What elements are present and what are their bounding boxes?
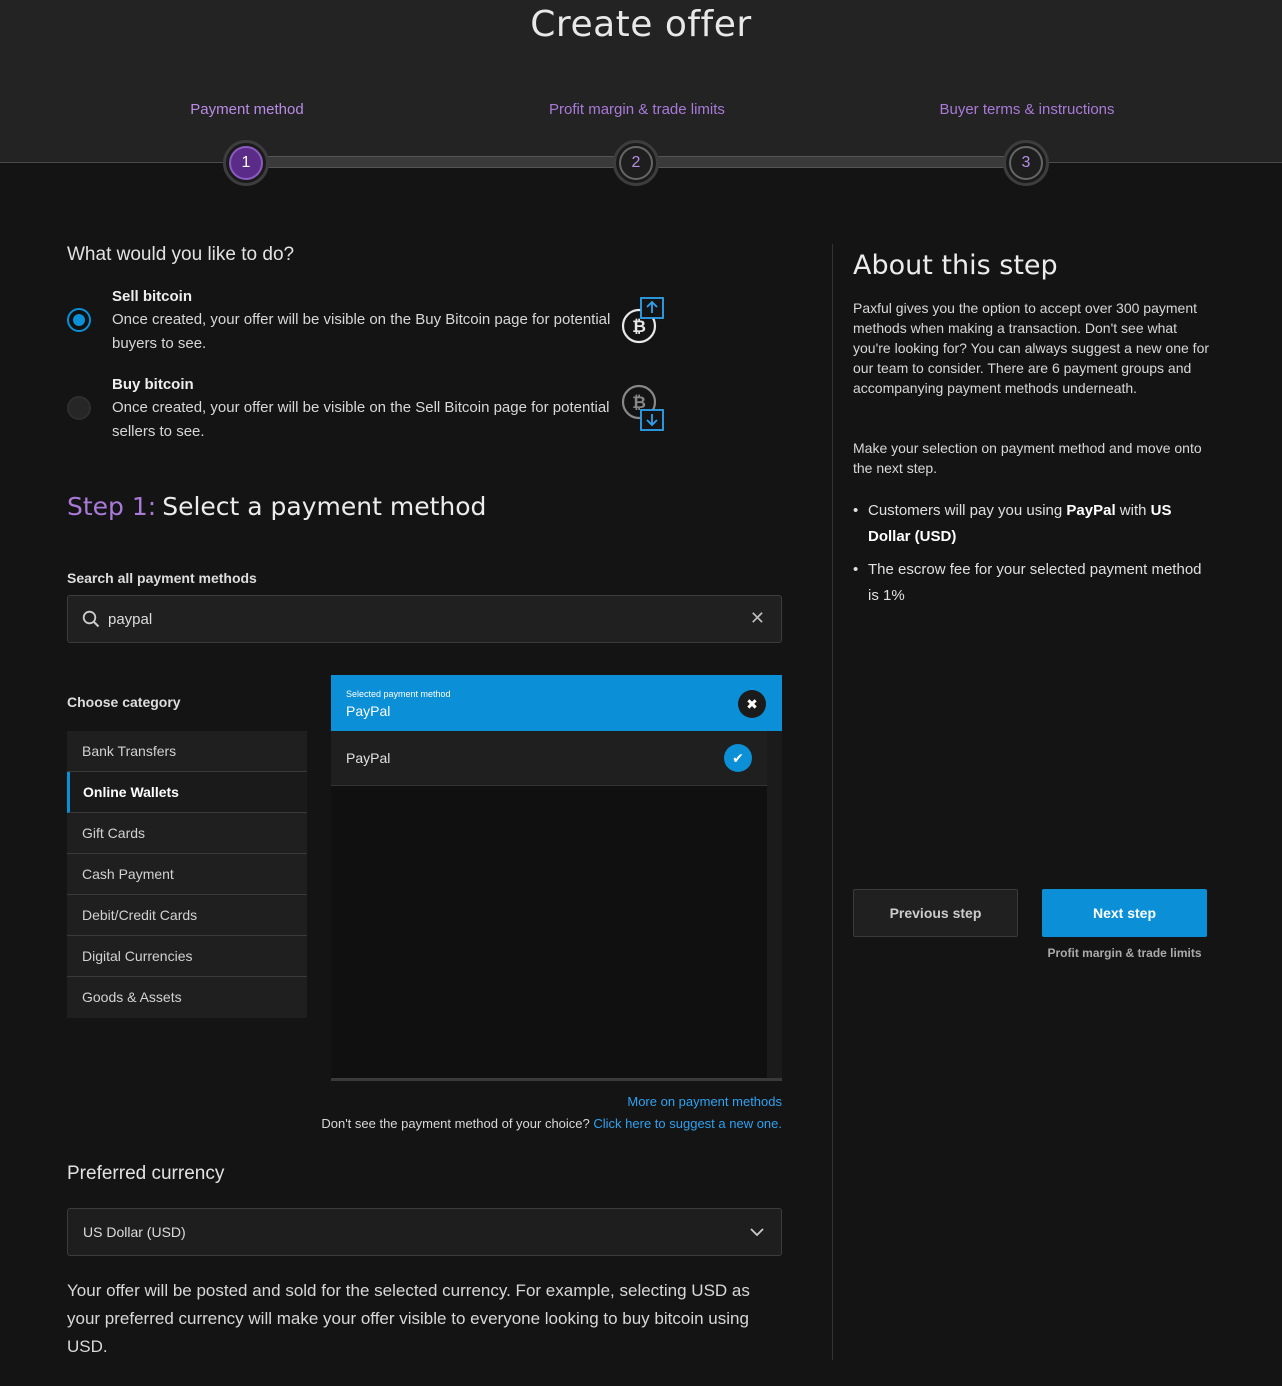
- step-heading: Step 1: Select a payment method: [67, 492, 486, 521]
- sell-bitcoin-option[interactable]: Sell bitcoin Once created, your offer wi…: [67, 286, 667, 356]
- page-title: Create offer: [530, 4, 752, 45]
- sell-bitcoin-title: Sell bitcoin: [112, 288, 193, 305]
- search-box[interactable]: ✕: [67, 595, 782, 643]
- step-number: 1: [229, 146, 263, 180]
- progress-track: [266, 156, 618, 168]
- step-prefix: Step 1:: [67, 492, 157, 521]
- step-label-profit-margin[interactable]: Profit margin & trade limits: [487, 101, 787, 118]
- scrollbar[interactable]: [767, 731, 782, 1078]
- next-step-caption: Profit margin & trade limits: [1047, 946, 1202, 960]
- category-digital-currencies[interactable]: Digital Currencies: [67, 936, 307, 977]
- sell-bitcoin-desc: Once created, your offer will be visible…: [112, 311, 611, 352]
- close-icon[interactable]: ✕: [750, 608, 765, 629]
- wizard-header: Create offer Payment method Profit margi…: [0, 0, 1282, 186]
- remove-selection-icon[interactable]: ✖: [738, 690, 766, 718]
- buy-bitcoin-icon: ₿: [621, 384, 664, 431]
- buy-bitcoin-desc: Once created, your offer will be visible…: [112, 399, 610, 440]
- category-label: Choose category: [67, 694, 181, 710]
- currency-label: Preferred currency: [67, 1163, 225, 1184]
- column-divider: [832, 244, 833, 1360]
- selected-caption: Selected payment method: [346, 689, 451, 699]
- buy-bitcoin-option[interactable]: Buy bitcoin Once created, your offer wil…: [67, 374, 667, 444]
- progress-track: [656, 156, 1008, 168]
- selected-payment-header: Selected payment method PayPal ✖: [331, 675, 782, 731]
- currency-value: US Dollar (USD): [83, 1224, 186, 1240]
- category-bank-transfers[interactable]: Bank Transfers: [67, 731, 307, 772]
- step-circle-1[interactable]: 1: [223, 140, 269, 186]
- category-gift-cards[interactable]: Gift Cards: [67, 813, 307, 854]
- suggest-question: Don't see the payment method of your cho…: [321, 1116, 590, 1131]
- category-debit-credit-cards[interactable]: Debit/Credit Cards: [67, 895, 307, 936]
- step-circle-3[interactable]: 3: [1003, 140, 1049, 186]
- step-number: 2: [619, 146, 653, 180]
- category-online-wallets[interactable]: Online Wallets: [67, 772, 307, 813]
- sell-bitcoin-icon: ₿: [621, 297, 664, 344]
- about-bullet-fee: The escrow fee for your selected payment…: [853, 557, 1213, 609]
- chevron-down-icon: [750, 1228, 764, 1237]
- check-icon: ✔: [724, 744, 752, 772]
- sell-bitcoin-radio[interactable]: [67, 308, 91, 332]
- search-label: Search all payment methods: [67, 570, 257, 586]
- suggest-text: Don't see the payment method of your cho…: [321, 1116, 782, 1131]
- svg-text:₿: ₿: [632, 317, 646, 337]
- payment-result-name: PayPal: [346, 750, 391, 766]
- step-label-payment-method[interactable]: Payment method: [97, 101, 397, 118]
- action-question: What would you like to do?: [67, 244, 295, 265]
- payment-result-item[interactable]: PayPal ✔: [331, 731, 767, 786]
- step-number: 3: [1009, 146, 1043, 180]
- search-icon: [82, 610, 100, 628]
- about-title: About this step: [853, 250, 1058, 281]
- more-payment-methods-link[interactable]: More on payment methods: [627, 1094, 782, 1109]
- category-list: Bank Transfers Online Wallets Gift Cards…: [67, 731, 307, 1018]
- step-title: Select a payment method: [162, 492, 487, 521]
- search-input[interactable]: [108, 606, 708, 632]
- selected-payment-name: PayPal: [346, 703, 391, 719]
- next-step-button[interactable]: Next step: [1042, 889, 1207, 937]
- buy-bitcoin-radio[interactable]: [67, 396, 91, 420]
- category-cash-payment[interactable]: Cash Payment: [67, 854, 307, 895]
- step-label-buyer-terms[interactable]: Buyer terms & instructions: [877, 101, 1177, 118]
- payment-method-panel: Selected payment method PayPal ✖ PayPal …: [331, 675, 782, 1081]
- category-goods-assets[interactable]: Goods & Assets: [67, 977, 307, 1018]
- step-circle-2[interactable]: 2: [613, 140, 659, 186]
- suggest-link[interactable]: Click here to suggest a new one.: [593, 1116, 782, 1131]
- about-paragraph: Paxful gives you the option to accept ov…: [853, 300, 1210, 396]
- currency-select[interactable]: US Dollar (USD): [67, 1208, 782, 1256]
- buy-bitcoin-title: Buy bitcoin: [112, 376, 194, 393]
- about-list: Customers will pay you using PayPal with…: [853, 498, 1213, 616]
- about-paragraph: Make your selection on payment method an…: [853, 440, 1202, 476]
- currency-description: Your offer will be posted and sold for t…: [67, 1281, 750, 1356]
- previous-step-button[interactable]: Previous step: [853, 889, 1018, 937]
- about-bullet-payment: Customers will pay you using PayPal with…: [853, 498, 1213, 550]
